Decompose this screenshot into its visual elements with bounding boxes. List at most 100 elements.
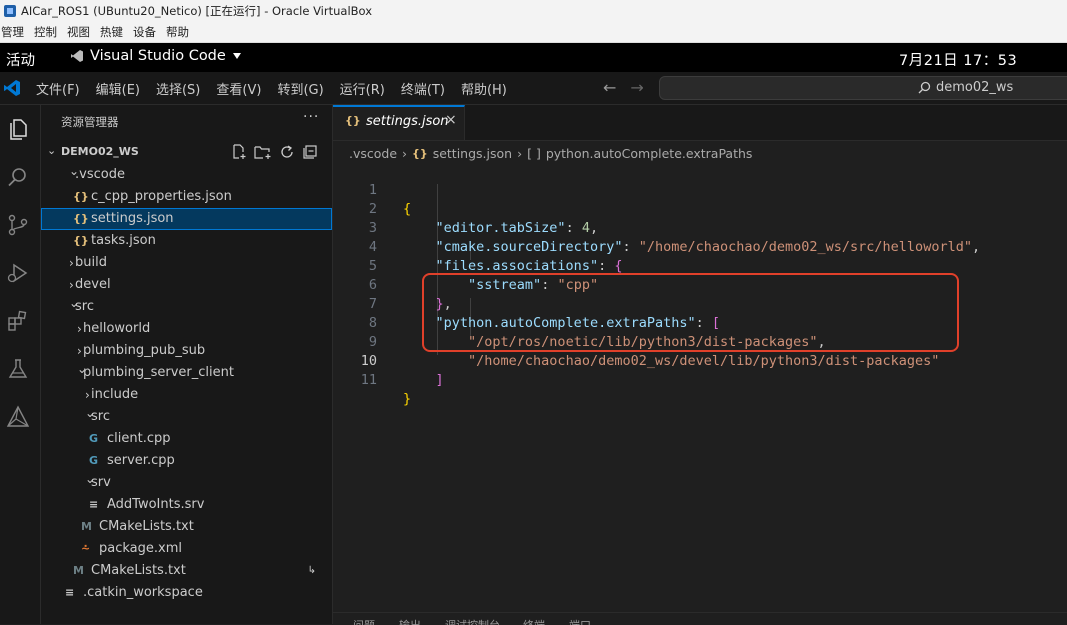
- workspace-name: DEMO02_WS: [61, 145, 139, 158]
- new-folder-icon[interactable]: [254, 144, 272, 160]
- run-debug-icon[interactable]: [6, 261, 30, 285]
- panel-tabs: 问题 输出 调试控制台 终端 端口: [333, 612, 1067, 625]
- vscode-logo-icon: [4, 80, 20, 96]
- cmake-file-icon: M: [81, 520, 92, 533]
- explorer-sidebar: 资源管理器 ··· ⌄ DEMO02_WS ⌄ .vscode{} c_cpp_…: [41, 105, 333, 624]
- tree-folder[interactable]: › devel: [41, 274, 332, 296]
- menu-view[interactable]: 查看(V): [216, 79, 261, 98]
- refresh-icon[interactable]: [279, 144, 295, 160]
- menu-help[interactable]: 帮助(H): [461, 79, 507, 98]
- tree-folder[interactable]: ⌄ src: [41, 406, 332, 428]
- breadcrumb-item[interactable]: settings.json: [433, 146, 512, 161]
- tree-item-label: src: [75, 299, 94, 314]
- testing-flask-icon[interactable]: [6, 357, 30, 381]
- vbox-menu-hotkeys[interactable]: 热键: [100, 24, 123, 40]
- tree-item-label: plumbing_pub_sub: [83, 343, 206, 358]
- cmake-file-icon: M: [73, 564, 84, 577]
- brace-token: }: [403, 391, 412, 407]
- json-file-icon: {}: [73, 212, 89, 225]
- forward-arrow-icon[interactable]: →: [630, 78, 643, 97]
- app-menu[interactable]: Visual Studio Code: [70, 48, 242, 64]
- extensions-icon[interactable]: [6, 309, 30, 333]
- menu-run[interactable]: 运行(R): [340, 79, 385, 98]
- collapse-all-icon[interactable]: [302, 144, 318, 160]
- tree-item-label: .catkin_workspace: [83, 585, 203, 600]
- tree-folder[interactable]: ⌄ src: [41, 296, 332, 318]
- menu-edit[interactable]: 编辑(E): [96, 79, 140, 98]
- workspace-header[interactable]: ⌄ DEMO02_WS: [41, 142, 332, 164]
- editor-area: {} settings.json × .vscode › {} settings…: [333, 105, 1067, 624]
- tree-file[interactable]: ⩪ package.xml: [41, 538, 332, 560]
- breadcrumb-item[interactable]: python.autoComplete.extraPaths: [546, 146, 753, 161]
- tree-file[interactable]: M CMakeLists.txt ↳: [41, 560, 332, 582]
- vscode-menubar: 文件(F) 编辑(E) 选择(S) 查看(V) 转到(G) 运行(R) 终端(T…: [0, 72, 1067, 105]
- rss-xml-file-icon: ⩪: [81, 542, 91, 555]
- vbox-menu-view[interactable]: 视图: [67, 24, 90, 40]
- tree-file[interactable]: Gclient.cpp: [41, 428, 332, 450]
- tree-file[interactable]: {} settings.json: [41, 208, 332, 230]
- tree-item-label: CMakeLists.txt: [99, 519, 194, 534]
- tree-item-label: client.cpp: [107, 431, 171, 446]
- gnome-top-bar: 活动 Visual Studio Code 7月21日 17：53: [0, 43, 1067, 72]
- tree-item-label: devel: [75, 277, 111, 292]
- tree-folder[interactable]: ⌄ plumbing_server_client: [41, 362, 332, 384]
- cmake-icon[interactable]: [6, 405, 30, 429]
- search-icon: [918, 81, 931, 94]
- more-actions-icon[interactable]: ···: [303, 109, 319, 125]
- tree-file[interactable]: {} tasks.json: [41, 230, 332, 252]
- activities-button[interactable]: 活动: [6, 49, 35, 70]
- command-center-search[interactable]: demo02_ws: [659, 76, 1067, 100]
- code-line: 2 "editor.tabSize": 4,: [333, 181, 1067, 236]
- tree-item-label: .vscode: [75, 167, 125, 182]
- virtualbox-icon: [4, 5, 16, 17]
- vbox-menu-devices[interactable]: 设备: [133, 24, 156, 40]
- code-line: 5 "sstream": "cpp": [333, 238, 1067, 293]
- vbox-menu-control[interactable]: 控制: [34, 24, 57, 40]
- tree-file[interactable]: M CMakeLists.txt: [41, 516, 332, 538]
- menu-file[interactable]: 文件(F): [36, 79, 80, 98]
- chevron-right-icon: ›: [69, 256, 74, 270]
- tree-item-label: build: [75, 255, 107, 270]
- tree-folder[interactable]: › helloworld: [41, 318, 332, 340]
- chevron-down-icon: ⌄: [47, 144, 57, 157]
- json-file-icon: {}: [345, 114, 361, 127]
- symlink-icon: ↳: [307, 565, 316, 576]
- tab-label: settings.json: [366, 114, 449, 129]
- vbox-menu-manage[interactable]: 管理: [1, 24, 24, 40]
- tab-bar: {} settings.json ×: [333, 105, 1067, 141]
- search-view-icon[interactable]: [6, 165, 30, 189]
- menu-terminal[interactable]: 终端(T): [401, 79, 445, 98]
- tree-file[interactable]: ≡ AddTwoInts.srv: [41, 494, 332, 516]
- annotation-highlight-box: [422, 273, 959, 352]
- tree-item-label: plumbing_server_client: [83, 365, 234, 380]
- tree-folder[interactable]: ⌄ .vscode: [41, 164, 332, 186]
- chevron-right-icon: ›: [517, 145, 523, 161]
- tree-folder[interactable]: ⌄ srv: [41, 472, 332, 494]
- explorer-icon[interactable]: [6, 117, 30, 141]
- back-arrow-icon[interactable]: ←: [603, 78, 616, 97]
- code-line: 1 {: [333, 162, 1067, 217]
- vbox-menu-help[interactable]: 帮助: [166, 24, 189, 40]
- close-icon[interactable]: ×: [445, 112, 457, 128]
- source-control-icon[interactable]: [6, 213, 30, 237]
- tree-file[interactable]: ≡ .catkin_workspace: [41, 582, 332, 604]
- new-file-icon[interactable]: [231, 144, 247, 160]
- tree-folder[interactable]: › build: [41, 252, 332, 274]
- app-name: Visual Studio Code: [90, 48, 226, 64]
- tree-item-label: tasks.json: [91, 233, 156, 248]
- clock[interactable]: 7月21日 17：53: [899, 49, 1017, 70]
- tree-item-label: include: [91, 387, 139, 402]
- menu-selection[interactable]: 选择(S): [156, 79, 200, 98]
- tab-settings-json[interactable]: {} settings.json ×: [333, 105, 465, 140]
- tree-item-label: srv: [91, 475, 111, 490]
- breadcrumb-item[interactable]: .vscode: [349, 146, 397, 161]
- tree-item-label: server.cpp: [107, 453, 175, 468]
- json-file-icon: {}: [73, 234, 89, 247]
- tree-file[interactable]: {} c_cpp_properties.json: [41, 186, 332, 208]
- menu-go[interactable]: 转到(G): [277, 79, 323, 98]
- tree-item-label: AddTwoInts.srv: [107, 497, 205, 512]
- json-file-icon: {}: [412, 146, 428, 160]
- explorer-title: 资源管理器: [61, 115, 119, 129]
- array-symbol-icon: [ ]: [527, 145, 541, 161]
- text-file-icon: ≡: [65, 586, 75, 599]
